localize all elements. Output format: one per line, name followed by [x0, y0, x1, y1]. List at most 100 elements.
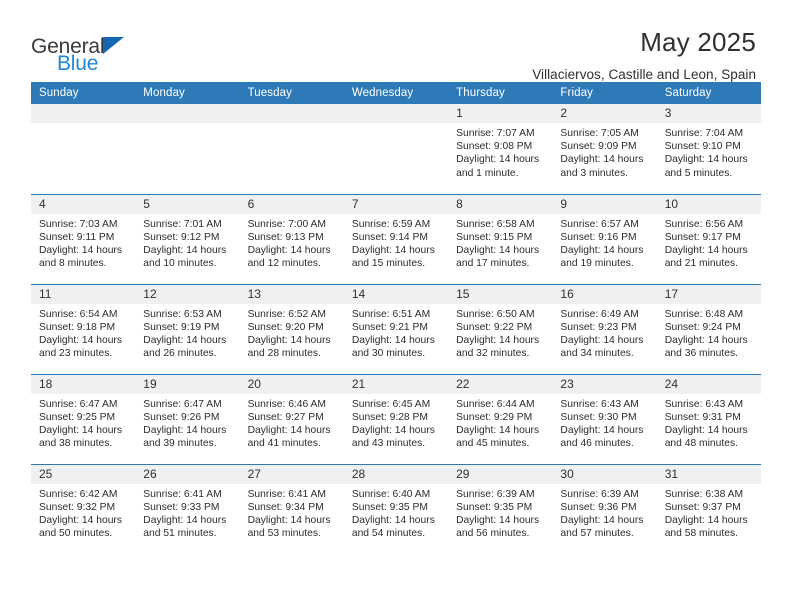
calendar-day-cell[interactable]: 22 Sunrise: 6:44 AM Sunset: 9:29 PM Dayligh… — [448, 373, 553, 464]
day-details: Sunrise: 6:54 AM Sunset: 9:18 PM Daylight:… — [31, 304, 135, 361]
daylight-text-line2: and 15 minutes. — [351, 258, 426, 270]
sunrise-text: Sunrise: 6:38 AM — [664, 488, 744, 500]
daylight-text-line1: Daylight: 14 hours — [39, 424, 122, 436]
calendar-day-cell[interactable]: 4 Sunrise: 7:03 AM Sunset: 9:11 PM Daylight… — [31, 193, 136, 284]
calendar-day-cell[interactable]: 18 Sunrise: 6:47 AM Sunset: 9:25 PM Dayligh… — [31, 373, 136, 464]
sunset-text: Sunset: 9:30 PM — [560, 411, 637, 423]
sunset-text: Sunset: 9:37 PM — [664, 501, 741, 513]
daylight-text-line2: and 12 minutes. — [247, 258, 321, 270]
daylight-text-line2: and 39 minutes. — [143, 438, 217, 450]
calendar-day-cell[interactable]: 8 Sunrise: 6:58 AM Sunset: 9:15 PM Daylight… — [448, 193, 553, 284]
calendar-day-cell[interactable]: 24 Sunrise: 6:43 AM Sunset: 9:31 PM Dayligh… — [656, 373, 761, 464]
daylight-text-line2: and 36 minutes. — [664, 348, 738, 360]
daylight-text-line1: Daylight: 14 hours — [456, 424, 540, 436]
page-header: General Blue May 2025 Villaciervos, Cast… — [0, 0, 792, 82]
calendar-day-cell[interactable]: 12 Sunrise: 6:53 AM Sunset: 9:19 PM Dayligh… — [135, 283, 240, 374]
calendar-day-cell[interactable]: 15 Sunrise: 6:50 AM Sunset: 9:22 PM Dayligh… — [448, 283, 553, 374]
daylight-text-line2: and 26 minutes. — [143, 348, 217, 360]
sunrise-text: Sunrise: 7:01 AM — [143, 218, 222, 230]
daylight-text-line1: Daylight: 14 hours — [351, 334, 435, 346]
calendar-day-cell[interactable]: 16 Sunrise: 6:49 AM Sunset: 9:23 PM Dayligh… — [552, 283, 657, 374]
day-number: 30 — [552, 464, 657, 484]
calendar-page: General Blue May 2025 Villaciervos, Cast… — [0, 0, 792, 612]
sunrise-text: Sunrise: 6:40 AM — [351, 488, 431, 500]
brand-logo[interactable]: General Blue — [31, 28, 221, 74]
day-details: Sunrise: 6:56 AM Sunset: 9:17 PM Daylight:… — [657, 214, 761, 271]
calendar-day-cell[interactable]: 1 Sunrise: 7:07 AM Sunset: 9:08 PM Daylight… — [448, 104, 553, 194]
daylight-text-line1: Daylight: 14 hours — [664, 244, 748, 256]
daylight-text-line1: Daylight: 14 hours — [664, 334, 748, 346]
day-details: Sunrise: 6:48 AM Sunset: 9:24 PM Daylight:… — [657, 304, 761, 361]
day-number — [343, 104, 449, 123]
daylight-text-line2: and 53 minutes. — [247, 528, 321, 540]
calendar-day-cell[interactable]: 6 Sunrise: 7:00 AM Sunset: 9:13 PM Daylight… — [239, 193, 344, 284]
calendar-day-cell[interactable]: 29 Sunrise: 6:39 AM Sunset: 9:35 PM Dayligh… — [448, 463, 553, 554]
calendar-header-row: Sunday Monday Tuesday Wednesday Thursday… — [31, 82, 761, 104]
day-number: 7 — [343, 194, 449, 214]
day-number: 2 — [552, 104, 657, 123]
day-details: Sunrise: 6:41 AM Sunset: 9:33 PM Daylight:… — [135, 484, 239, 541]
daylight-text-line2: and 56 minutes. — [456, 528, 530, 540]
calendar-day-cell[interactable]: 19 Sunrise: 6:47 AM Sunset: 9:26 PM Dayligh… — [135, 373, 240, 464]
sunrise-text: Sunrise: 6:44 AM — [456, 398, 535, 410]
sunrise-text: Sunrise: 6:41 AM — [247, 488, 326, 500]
calendar-day-cell[interactable]: 20 Sunrise: 6:46 AM Sunset: 9:27 PM Dayligh… — [239, 373, 344, 464]
sunrise-text: Sunrise: 7:05 AM — [560, 128, 639, 139]
daylight-text-line1: Daylight: 14 hours — [143, 514, 227, 526]
calendar-week-row: 18 Sunrise: 6:47 AM Sunset: 9:25 PM Dayligh… — [31, 373, 761, 464]
calendar-day-cell[interactable]: 27 Sunrise: 6:41 AM Sunset: 9:34 PM Dayligh… — [239, 463, 344, 554]
daylight-text-line1: Daylight: 14 hours — [560, 424, 644, 436]
daylight-text-line1: Daylight: 14 hours — [560, 514, 644, 526]
calendar-day-cell[interactable]: 25 Sunrise: 6:42 AM Sunset: 9:32 PM Dayligh… — [31, 463, 136, 554]
sunset-text: Sunset: 9:32 PM — [39, 501, 116, 513]
calendar-week-row: 25 Sunrise: 6:42 AM Sunset: 9:32 PM Dayligh… — [31, 463, 761, 554]
weekday-header-sunday: Sunday — [31, 82, 136, 104]
day-details: Sunrise: 7:03 AM Sunset: 9:11 PM Daylight:… — [31, 214, 135, 271]
calendar-day-cell[interactable]: 11 Sunrise: 6:54 AM Sunset: 9:18 PM Dayligh… — [31, 283, 136, 374]
sunset-text: Sunset: 9:22 PM — [456, 321, 533, 333]
calendar-day-cell[interactable]: 28 Sunrise: 6:40 AM Sunset: 9:35 PM Dayligh… — [343, 463, 449, 554]
sunset-text: Sunset: 9:33 PM — [143, 501, 220, 513]
daylight-text-line2: and 23 minutes. — [39, 348, 113, 360]
calendar-day-cell[interactable]: 23 Sunrise: 6:43 AM Sunset: 9:30 PM Dayligh… — [552, 373, 657, 464]
calendar-day-cell[interactable]: 31 Sunrise: 6:38 AM Sunset: 9:37 PM Dayligh… — [656, 463, 761, 554]
sunrise-text: Sunrise: 7:04 AM — [664, 128, 744, 139]
calendar-day-cell[interactable]: 7 Sunrise: 6:59 AM Sunset: 9:14 PM Daylight… — [343, 193, 449, 284]
sunrise-text: Sunrise: 6:45 AM — [351, 398, 431, 410]
sunset-text: Sunset: 9:18 PM — [39, 321, 116, 333]
day-details: Sunrise: 6:44 AM Sunset: 9:29 PM Daylight:… — [448, 394, 552, 451]
daylight-text-line1: Daylight: 14 hours — [247, 334, 331, 346]
day-details: Sunrise: 6:47 AM Sunset: 9:26 PM Daylight:… — [135, 394, 239, 451]
day-number: 29 — [448, 464, 553, 484]
calendar-day-cell[interactable]: 14 Sunrise: 6:51 AM Sunset: 9:21 PM Dayligh… — [343, 283, 449, 374]
calendar-day-cell[interactable]: 9 Sunrise: 6:57 AM Sunset: 9:16 PM Daylight… — [552, 193, 657, 284]
calendar-week-row: 4 Sunrise: 7:03 AM Sunset: 9:11 PM Daylight… — [31, 193, 761, 284]
logo-text-blue: Blue — [57, 52, 99, 75]
calendar-day-cell[interactable]: 13 Sunrise: 6:52 AM Sunset: 9:20 PM Dayligh… — [239, 283, 344, 374]
sunrise-text: Sunrise: 6:39 AM — [456, 488, 535, 500]
calendar-day-cell[interactable]: 30 Sunrise: 6:39 AM Sunset: 9:36 PM Dayligh… — [552, 463, 657, 554]
daylight-text-line2: and 43 minutes. — [351, 438, 426, 450]
calendar-day-cell[interactable]: 17 Sunrise: 6:48 AM Sunset: 9:24 PM Dayligh… — [656, 283, 761, 374]
triangle-logo-icon — [103, 37, 125, 54]
calendar-day-cell[interactable]: 10 Sunrise: 6:56 AM Sunset: 9:17 PM Dayligh… — [656, 193, 761, 284]
day-number: 24 — [656, 374, 761, 394]
calendar-day-cell[interactable]: 5 Sunrise: 7:01 AM Sunset: 9:12 PM Daylight… — [135, 193, 240, 284]
daylight-text-line1: Daylight: 14 hours — [560, 244, 644, 256]
daylight-text-line1: Daylight: 14 hours — [247, 514, 331, 526]
day-details: Sunrise: 6:45 AM Sunset: 9:28 PM Daylight:… — [344, 394, 448, 451]
sunset-text: Sunset: 9:35 PM — [351, 501, 428, 513]
sunrise-text: Sunrise: 6:51 AM — [351, 308, 431, 320]
calendar-day-cell[interactable]: 3 Sunrise: 7:04 AM Sunset: 9:10 PM Daylight… — [656, 104, 761, 194]
calendar-day-cell[interactable]: 2 Sunrise: 7:05 AM Sunset: 9:09 PM Daylight… — [552, 104, 657, 194]
daylight-text-line2: and 58 minutes. — [664, 528, 738, 540]
calendar-day-cell[interactable]: 26 Sunrise: 6:41 AM Sunset: 9:33 PM Dayligh… — [135, 463, 240, 554]
daylight-text-line1: Daylight: 14 hours — [351, 424, 435, 436]
day-details: Sunrise: 6:39 AM Sunset: 9:36 PM Daylight:… — [552, 484, 656, 541]
daylight-text-line2: and 41 minutes. — [247, 438, 321, 450]
daylight-text-line1: Daylight: 14 hours — [351, 244, 435, 256]
daylight-text-line1: Daylight: 14 hours — [560, 154, 644, 166]
calendar-day-cell[interactable]: 21 Sunrise: 6:45 AM Sunset: 9:28 PM Dayligh… — [343, 373, 449, 464]
day-number: 19 — [135, 374, 240, 394]
page-subtitle: Villaciervos, Castille and Leon, Spain — [532, 66, 756, 82]
